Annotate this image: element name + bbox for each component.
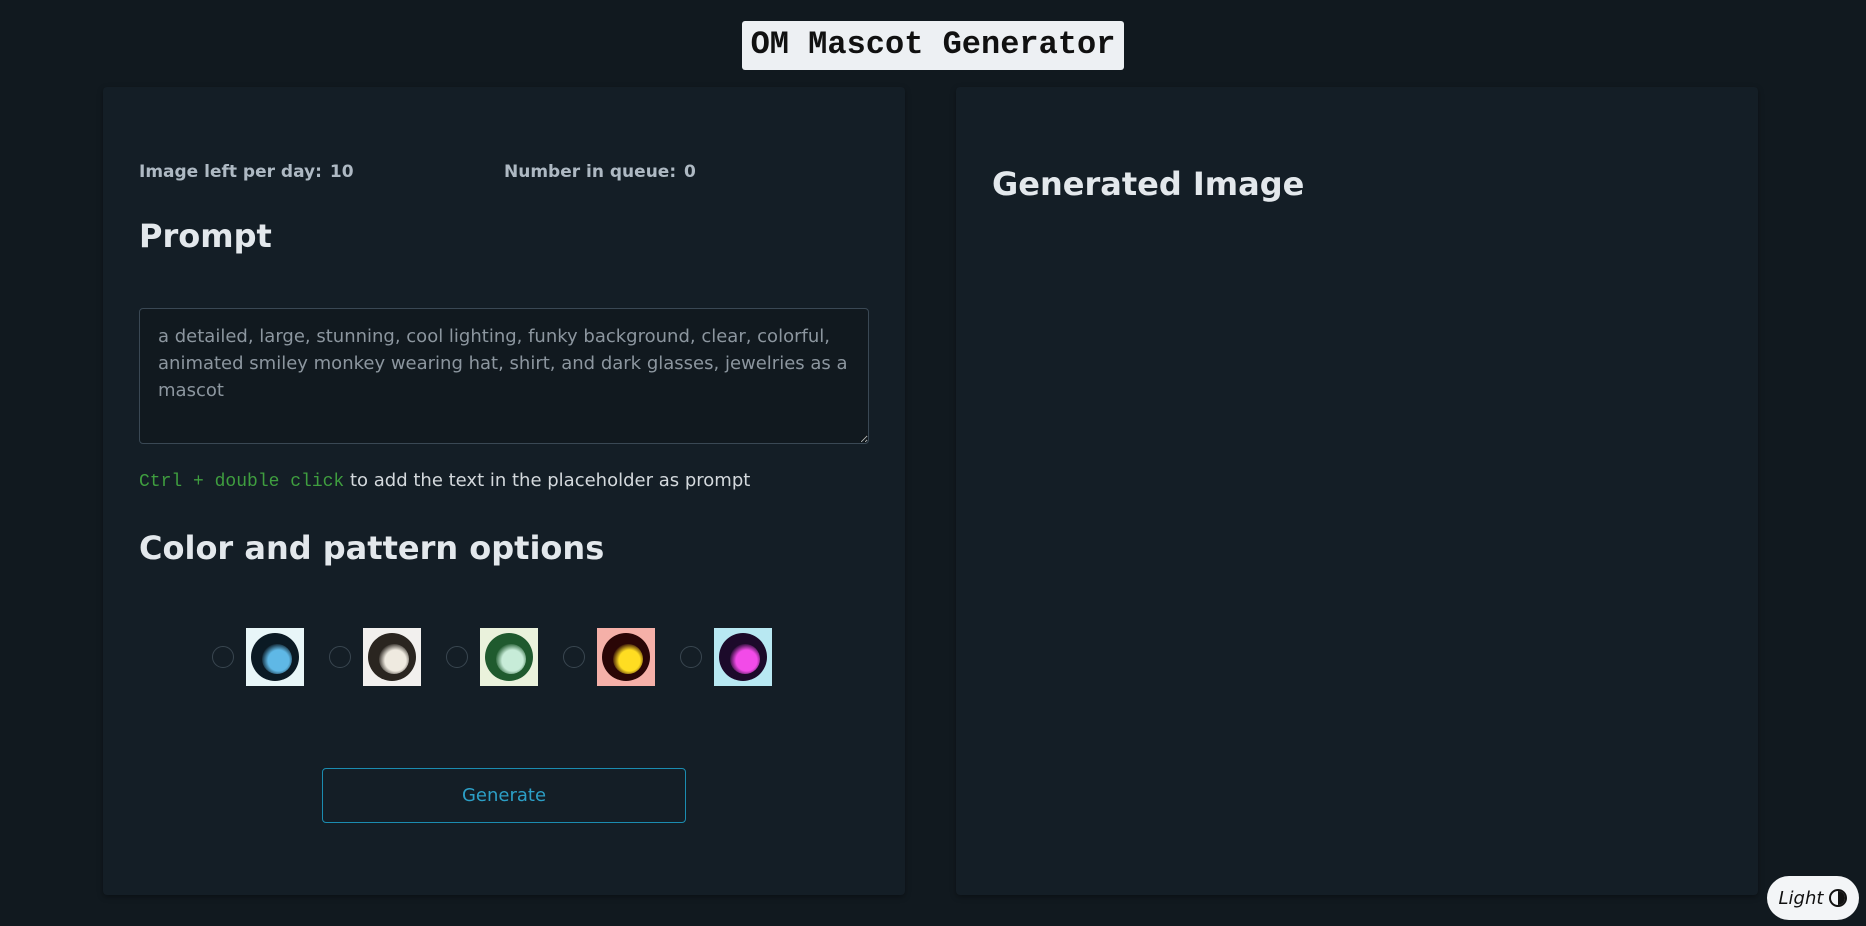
theme-toggle-button[interactable]: Light [1767,876,1859,920]
images-left-label: Image left per day: [139,162,322,182]
queue-stat: Number in queue: 0 [504,162,869,182]
app-title: OM Mascot Generator [741,21,1125,70]
generator-form-panel: Image left per day: 10 Number in queue: … [103,87,905,895]
thumbnail-core [496,644,526,674]
thumbnail-core [379,644,409,674]
color-option-thumbnail[interactable] [363,628,421,686]
color-option-4[interactable] [563,628,655,686]
thumbnail-core [613,644,643,674]
color-option-radio[interactable] [212,646,234,668]
color-option-3[interactable] [446,628,538,686]
theme-toggle-label: Light [1778,887,1824,909]
images-left-stat: Image left per day: 10 [139,162,504,182]
color-option-1[interactable] [212,628,304,686]
title-wrap: OM Mascot Generator [0,21,1866,70]
images-left-value: 10 [329,162,354,182]
prompt-hint: Ctrl + double click to add the text in t… [139,470,750,492]
color-options-heading: Color and pattern options [139,529,605,567]
queue-value: 0 [684,162,696,182]
color-option-2[interactable] [329,628,421,686]
contrast-icon [1829,889,1848,907]
generated-image-heading: Generated Image [992,165,1305,203]
color-option-radio[interactable] [680,646,702,668]
color-option-radio[interactable] [446,646,468,668]
color-option-thumbnail[interactable] [246,628,304,686]
thumbnail-core [262,644,292,674]
color-option-thumbnail[interactable] [597,628,655,686]
generate-button[interactable]: Generate [322,768,686,823]
shortcut-hint: Ctrl + double click [139,472,345,492]
prompt-heading: Prompt [139,217,272,255]
below-fold-heading [103,914,303,926]
hint-text: to add the text in the placeholder as pr… [344,470,751,491]
thumbnail-core [730,644,760,674]
color-option-radio[interactable] [563,646,585,668]
color-options-group [212,628,797,686]
color-option-5[interactable] [680,628,772,686]
generated-image-panel: Generated Image [956,87,1758,895]
color-option-radio[interactable] [329,646,351,668]
prompt-input[interactable] [139,308,869,444]
color-option-thumbnail[interactable] [714,628,772,686]
color-option-thumbnail[interactable] [480,628,538,686]
queue-label: Number in queue: [504,162,677,182]
stats-row: Image left per day: 10 Number in queue: … [139,162,869,182]
